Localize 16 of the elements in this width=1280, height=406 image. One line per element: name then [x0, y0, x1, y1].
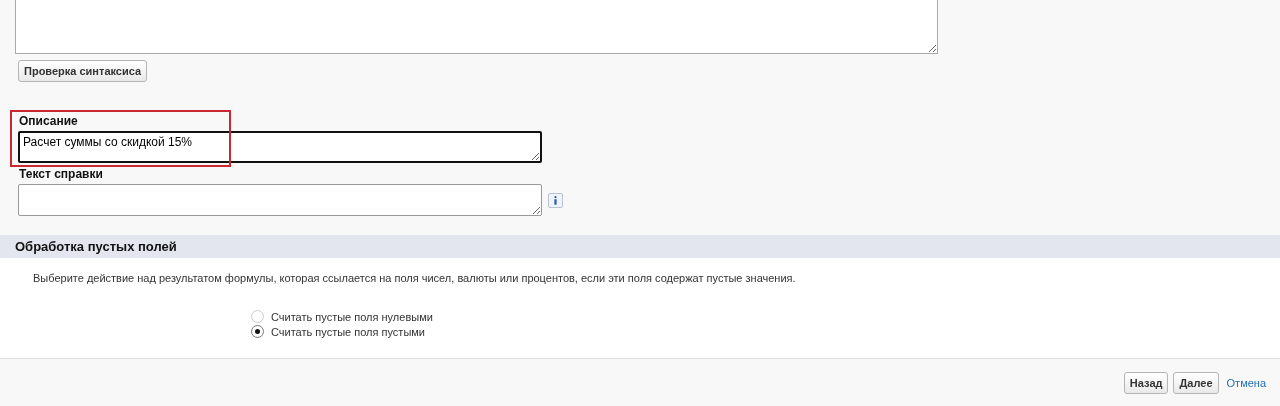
- field-label: Описание: [19, 114, 79, 128]
- radio-label: Считать пустые поля пустыми: [271, 325, 425, 338]
- description-field[interactable]: Расчет суммы со скидкой 15%: [18, 131, 542, 163]
- radio-button[interactable]: [251, 310, 264, 323]
- info-icon[interactable]: [548, 192, 563, 208]
- radio-label: Считать пустые поля нулевыми: [271, 310, 433, 323]
- formula-field[interactable]: [15, 0, 938, 54]
- instructions-text: Выберите действие над результатом формулы, которая ссылается на поля чисел, валюты или процентов, если эти поля содержат пустые значения.: [33, 272, 797, 284]
- radio-button[interactable]: [251, 325, 264, 338]
- footer-button[interactable]: Назад: [1123, 371, 1169, 394]
- cancel-link[interactable]: Отмена: [1226, 376, 1266, 389]
- field-label: Текст справки: [19, 167, 104, 181]
- help-text-field[interactable]: [18, 184, 542, 216]
- section-header: Обработка пустых полей: [0, 235, 1280, 258]
- check-syntax-button[interactable]: Проверка синтаксиса: [18, 60, 148, 82]
- footer-button[interactable]: Далее: [1173, 371, 1219, 394]
